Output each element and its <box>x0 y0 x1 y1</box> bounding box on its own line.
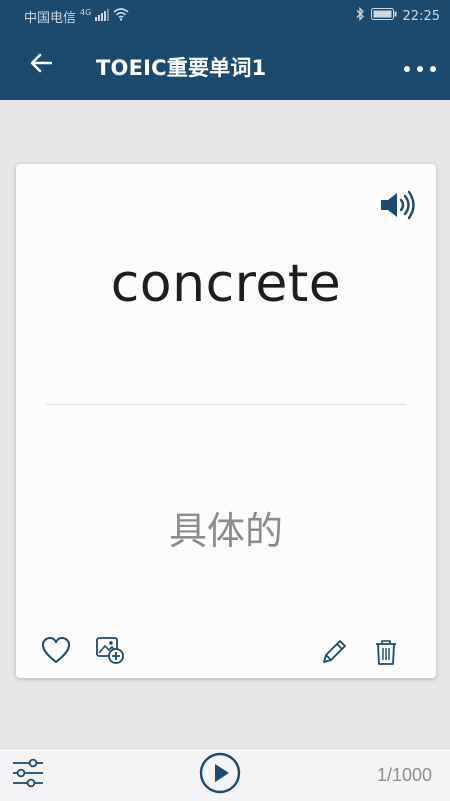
play-icon <box>199 752 241 798</box>
bottom-bar: 1/1000 <box>0 748 450 801</box>
add-image-icon <box>95 635 125 669</box>
status-left: 中国电信 4G <box>24 7 129 26</box>
speaker-icon <box>379 190 417 224</box>
edit-pencil-icon <box>320 638 348 670</box>
flashcard-meaning: 具体的 <box>168 509 283 553</box>
arrow-left-icon <box>30 53 53 77</box>
card-counter: 1/1000 <box>376 765 432 785</box>
clock-label: 22:25 <box>402 8 440 24</box>
add-image-button[interactable] <box>94 636 126 668</box>
heart-icon <box>41 636 71 668</box>
filter-settings-button[interactable] <box>8 755 48 795</box>
more-options-button[interactable] <box>402 56 438 78</box>
delete-button[interactable] <box>370 638 402 670</box>
wifi-icon <box>113 8 129 25</box>
flashcard-word: concrete <box>110 254 342 314</box>
status-right: 22:25 <box>355 6 440 25</box>
play-button[interactable] <box>198 752 242 798</box>
page-title: TOEIC重要单词1 <box>96 56 267 80</box>
back-button[interactable] <box>24 48 58 82</box>
favorite-button[interactable] <box>40 636 72 668</box>
bluetooth-icon <box>355 6 365 25</box>
edit-button[interactable] <box>318 638 350 670</box>
sliders-icon <box>11 756 45 794</box>
pronounce-button[interactable] <box>378 190 418 224</box>
card-divider <box>46 404 406 405</box>
carrier-label: 中国电信 <box>24 11 77 26</box>
status-bar: 中国电信 4G 22:25 <box>0 0 450 32</box>
network-type-label: 4G <box>80 8 92 17</box>
flashcard[interactable]: concrete 具体的 <box>16 164 436 678</box>
app-bar: TOEIC重要单词1 <box>0 32 450 100</box>
battery-icon <box>370 8 397 24</box>
signal-icon <box>95 8 110 25</box>
more-dots-icon <box>403 58 437 77</box>
trash-icon <box>373 638 399 670</box>
